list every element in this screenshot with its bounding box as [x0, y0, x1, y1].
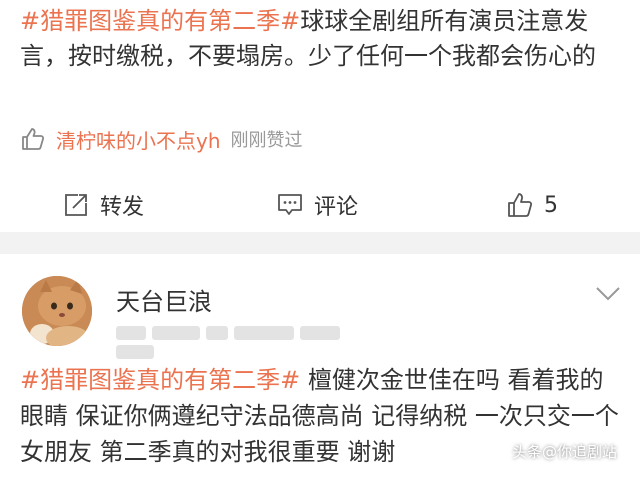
comment-username[interactable]: 天台巨浪 [116, 282, 212, 317]
post-hashtag-link[interactable]: #猎罪图鉴真的有第二季# [20, 7, 300, 35]
comment-hashtag-link[interactable]: #猎罪图鉴真的有第二季# [20, 366, 300, 394]
weibo-post: #猎罪图鉴真的有第二季#球球全剧组所有演员注意发言，按时缴税，不要塌房。少了任何… [0, 0, 640, 232]
comment-bubble-icon [278, 194, 302, 215]
toutiao-logo-icon [492, 443, 508, 460]
forward-button[interactable]: 转发 [62, 189, 144, 221]
post-action-bar: 转发 评论 5 [0, 185, 640, 225]
comment-button[interactable]: 评论 [276, 189, 358, 221]
post-content: #猎罪图鉴真的有第二季#球球全剧组所有演员注意发言，按时缴税，不要塌房。少了任何… [20, 4, 620, 74]
blurred-comment-meta [116, 322, 384, 359]
share-arrow-icon [65, 194, 87, 216]
thumb-up-icon [508, 193, 533, 217]
section-divider [0, 232, 640, 254]
avatar[interactable] [22, 276, 92, 346]
liked-status-text: 刚刚赞过 [230, 130, 303, 151]
cat-avatar-image [22, 276, 92, 346]
thumb-up-icon [22, 128, 45, 150]
like-button[interactable]: 5 [506, 191, 558, 219]
liked-by-row: 清柠味的小不点yh 刚刚赞过 [20, 124, 303, 154]
chevron-down-icon[interactable] [594, 284, 622, 304]
watermark-text: 头条@你追剧站 [512, 443, 618, 461]
like-count: 5 [544, 192, 558, 218]
watermark: 头条@你追剧站 [492, 441, 617, 462]
liker-username-link[interactable]: 清柠味的小不点yh [56, 125, 221, 154]
forward-label: 转发 [100, 195, 145, 220]
comment-label: 评论 [314, 195, 359, 220]
